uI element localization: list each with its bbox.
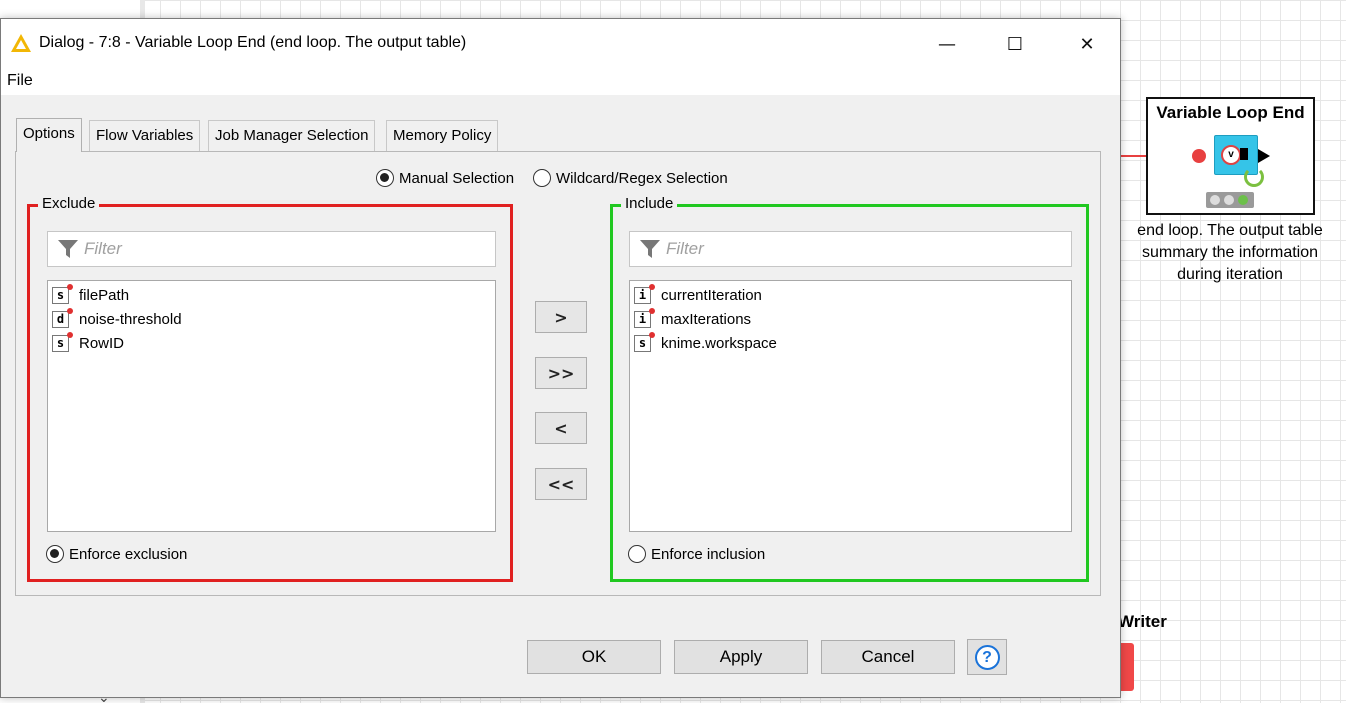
exclude-list[interactable]: s filePath d noise-threshold s RowID — [47, 280, 496, 532]
tab-job-manager-selection[interactable]: Job Manager Selection — [208, 120, 376, 151]
wildcard-selection-radio[interactable]: Wildcard/Regex Selection — [533, 169, 728, 187]
node-title: Variable Loop End — [1156, 103, 1305, 122]
remove-button[interactable]: < — [535, 412, 587, 444]
filter-funnel-icon — [58, 240, 78, 258]
close-button[interactable]: ✕ — [1067, 27, 1107, 61]
enforce-exclusion-radio[interactable]: Enforce exclusion — [46, 545, 187, 563]
integer-type-icon: i — [634, 307, 655, 328]
help-icon: ? — [974, 644, 1000, 670]
string-type-icon: s — [52, 283, 73, 304]
include-group: Include Filter i currentIteration i maxI… — [610, 195, 1089, 582]
node-icon-label: v — [1221, 145, 1241, 165]
variable-name: RowID — [79, 334, 125, 352]
title-bar[interactable]: Dialog - 7:8 - Variable Loop End (end lo… — [1, 19, 1120, 69]
node-description[interactable]: end loop. The output table summary the i… — [1120, 220, 1340, 286]
wildcard-selection-label: Wildcard/Regex Selection — [556, 169, 728, 187]
filter-funnel-icon — [640, 240, 660, 258]
knime-warning-icon — [11, 34, 31, 52]
double-type-icon: d — [52, 307, 73, 328]
manual-selection-radio[interactable]: Manual Selection — [376, 169, 514, 187]
menu-bar: File — [1, 69, 1120, 95]
integer-type-icon: i — [634, 283, 655, 304]
variable-name: knime.workspace — [661, 334, 777, 352]
exclude-filter-input[interactable]: Filter — [47, 231, 496, 267]
exclude-legend: Exclude — [38, 195, 100, 212]
include-list[interactable]: i currentIteration i maxIterations s kni… — [629, 280, 1072, 532]
writer-node-label: Writer — [1118, 612, 1167, 631]
list-item[interactable]: s filePath — [48, 283, 495, 307]
list-item[interactable]: i maxIterations — [630, 307, 1071, 331]
inport-dot[interactable] — [1192, 149, 1206, 163]
variable-name: filePath — [79, 286, 130, 304]
variable-name: currentIteration — [661, 286, 762, 304]
tab-memory-policy[interactable]: Memory Policy — [386, 120, 499, 151]
radio-unselected-icon — [628, 545, 646, 563]
exclude-filter-placeholder: Filter — [84, 239, 122, 258]
help-button[interactable]: ? — [967, 639, 1007, 675]
radio-selected-icon — [376, 169, 394, 187]
enforce-inclusion-label: Enforce inclusion — [651, 545, 766, 563]
node-description-line: end loop. The output table — [1137, 222, 1323, 239]
list-item[interactable]: s knime.workspace — [630, 331, 1071, 355]
cancel-button[interactable]: Cancel — [821, 640, 955, 674]
add-all-button[interactable]: >> — [535, 357, 587, 389]
include-filter-input[interactable]: Filter — [629, 231, 1072, 267]
radio-selected-icon — [46, 545, 64, 563]
tab-flow-variables[interactable]: Flow Variables — [89, 120, 201, 151]
add-button[interactable]: > — [535, 301, 587, 333]
loop-icon — [1244, 167, 1264, 187]
variable-name: noise-threshold — [79, 310, 182, 328]
menu-file[interactable]: File — [7, 72, 33, 90]
node-description-line: summary the information — [1141, 244, 1319, 261]
enforce-inclusion-radio[interactable]: Enforce inclusion — [628, 545, 765, 563]
options-panel: Manual Selection Wildcard/Regex Selectio… — [15, 151, 1101, 596]
string-type-icon: s — [634, 331, 655, 352]
list-item[interactable]: s RowID — [48, 331, 495, 355]
variable-name: maxIterations — [661, 310, 752, 328]
include-legend: Include — [621, 195, 678, 212]
maximize-button[interactable]: ☐ — [995, 27, 1035, 61]
minimize-button[interactable]: — — [927, 27, 967, 61]
manual-selection-label: Manual Selection — [399, 169, 515, 187]
include-filter-placeholder: Filter — [666, 239, 704, 258]
node-configuration-dialog: Dialog - 7:8 - Variable Loop End (end lo… — [0, 18, 1121, 698]
outport-arrow-icon[interactable] — [1258, 149, 1270, 163]
tab-options[interactable]: Options — [16, 118, 82, 152]
dialog-title: Dialog - 7:8 - Variable Loop End (end lo… — [39, 34, 467, 51]
writer-node[interactable] — [1120, 643, 1134, 691]
enforce-exclusion-label: Enforce exclusion — [69, 545, 188, 563]
radio-unselected-icon — [533, 169, 551, 187]
string-type-icon: s — [52, 331, 73, 352]
list-item[interactable]: i currentIteration — [630, 283, 1071, 307]
list-item[interactable]: d noise-threshold — [48, 307, 495, 331]
apply-button[interactable]: Apply — [674, 640, 808, 674]
node-status-traffic-light — [1206, 192, 1254, 208]
variable-loop-end-node[interactable]: Variable Loop End v — [1146, 97, 1315, 215]
node-description-line: during iteration — [1177, 266, 1283, 283]
ok-button[interactable]: OK — [527, 640, 661, 674]
remove-all-button[interactable]: << — [535, 468, 587, 500]
exclude-group: Exclude Filter s filePath d noise-thresh… — [27, 195, 513, 582]
